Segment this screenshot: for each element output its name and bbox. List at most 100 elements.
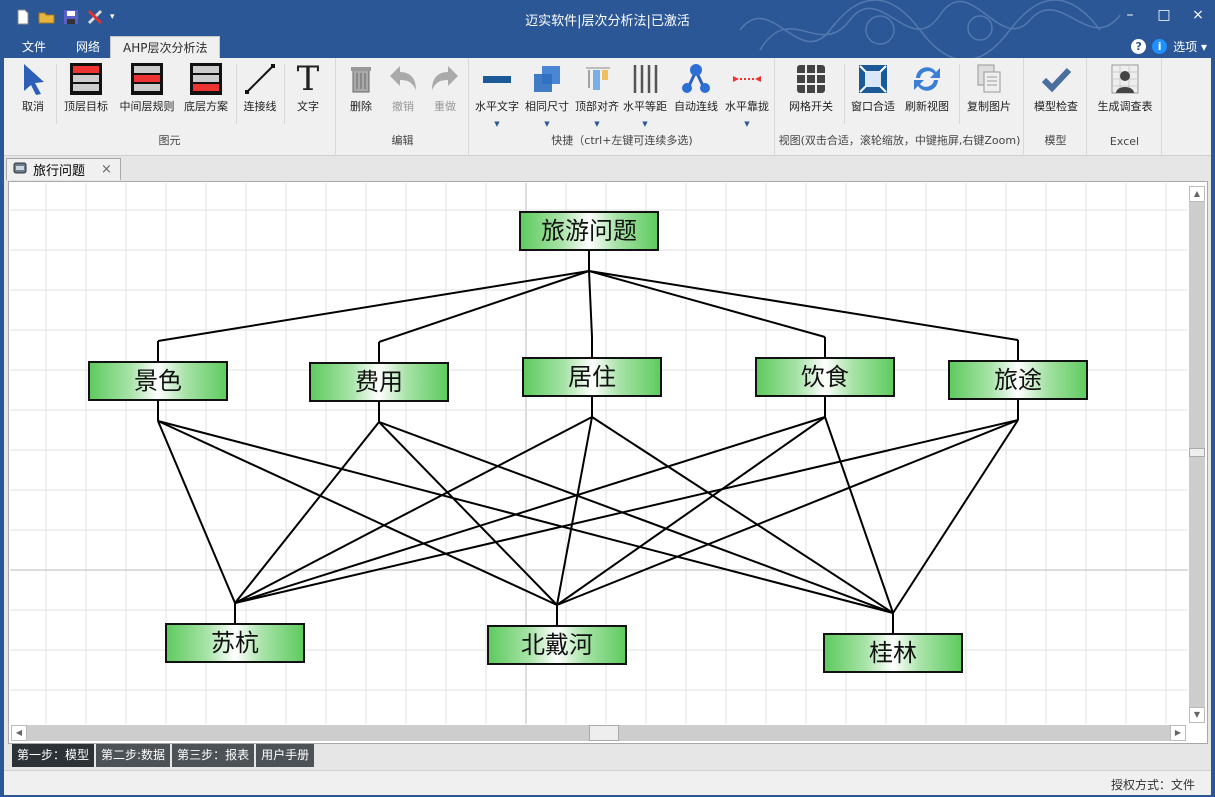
criterion-alternative-line [157, 420, 236, 604]
refresh-view-label: 刷新视图 [905, 100, 949, 113]
copy-image-button[interactable]: 复制图片 [964, 62, 1014, 114]
redo-icon [428, 62, 462, 96]
title-bar: ▾ 迈实软件|层次分析法|已激活 – □ × [0, 0, 1215, 60]
auto-connect-label: 自动连线 [674, 100, 718, 113]
scroll-up-icon[interactable]: ▲ [1189, 186, 1205, 202]
node-goal[interactable]: 旅游问题 [519, 211, 659, 251]
bottom-option-label: 底层方案 [184, 100, 228, 113]
criterion-alternative-line [157, 420, 894, 614]
middle-layer-icon [130, 62, 164, 96]
same-size-button[interactable]: 相同尺寸 ▼ [524, 62, 570, 128]
connector-button[interactable]: 连接线 [240, 62, 280, 114]
node-criterion[interactable]: 饮食 [755, 357, 895, 397]
undo-button[interactable]: 撤销 [385, 62, 421, 114]
options-menu[interactable]: 选项 ▾ [1173, 38, 1207, 55]
vertical-scrollbar[interactable]: ▲ ▼ [1189, 186, 1205, 723]
checkmark-icon [1039, 62, 1073, 96]
horizontal-close-label: 水平靠拢 [725, 100, 769, 113]
separator [236, 64, 237, 124]
delete-label: 删除 [350, 100, 372, 113]
tab-ahp[interactable]: AHP层次分析法 [110, 36, 221, 58]
cancel-label: 取消 [22, 100, 44, 113]
middle-rule-label: 中间层规则 [119, 100, 175, 113]
group-excel: 生成调查表 Excel [1088, 58, 1162, 156]
dropdown-arrow-icon[interactable]: ▼ [724, 120, 770, 128]
maximize-button[interactable]: □ [1147, 0, 1181, 30]
cancel-button[interactable]: 取消 [14, 62, 52, 114]
node-alternative[interactable]: 苏杭 [165, 623, 305, 663]
close-tab-icon[interactable]: × [101, 162, 112, 177]
horizontal-scrollbar[interactable]: ◀ ▶ [11, 725, 1186, 741]
node-alternative[interactable]: 桂林 [823, 633, 963, 673]
grid-toggle-button[interactable]: 网格开关 [786, 62, 836, 114]
step-data-tab[interactable]: 第二步:数据 [96, 744, 171, 767]
canvas-frame: 旅游问题 景色 费用 居住 饮食 旅途 苏杭 北戴河 桂林 ▲ ▼ ◀ ▶ [8, 181, 1208, 744]
close-button[interactable]: × [1181, 0, 1215, 30]
copy-image-label: 复制图片 [967, 100, 1011, 113]
same-size-icon [530, 62, 564, 96]
horizontal-text-button[interactable]: 水平文字 ▼ [474, 62, 520, 128]
goal-criterion-line [588, 270, 1019, 341]
generate-survey-button[interactable]: 生成调查表 [1094, 62, 1156, 114]
help-area: ? i 选项 ▾ [1131, 38, 1207, 55]
align-top-button[interactable]: 顶部对齐 ▼ [574, 62, 620, 128]
scroll-left-icon[interactable]: ◀ [11, 725, 27, 741]
horizontal-scroll-thumb[interactable] [589, 725, 619, 741]
dropdown-arrow-icon[interactable]: ▼ [622, 120, 668, 128]
tab-file[interactable]: 文件 [10, 36, 58, 58]
criterion-alternative-line [824, 416, 894, 614]
info-icon[interactable]: i [1152, 39, 1168, 54]
group-shortcuts: 水平文字 ▼ 相同尺寸 ▼ 顶部对齐 ▼ 水平等距 ▼ 自动连线 水平靠拢 ▼ … [470, 58, 775, 156]
separator [959, 64, 960, 124]
auto-connect-button[interactable]: 自动连线 [672, 62, 720, 114]
group-label-view: 视图(双击合适，滚轮缩放，中键拖屏,右键Zoom) [778, 134, 1021, 147]
separator [284, 64, 285, 124]
horizontal-close-button[interactable]: 水平靠拢 ▼ [724, 62, 770, 128]
text-button[interactable]: T 文字 [290, 62, 326, 114]
separator [844, 64, 845, 124]
horizontal-spacing-label: 水平等距 [623, 100, 667, 113]
diagram-canvas[interactable]: 旅游问题 景色 费用 居住 饮食 旅途 苏杭 北戴河 桂林 [10, 183, 1188, 724]
dropdown-arrow-icon[interactable]: ▼ [524, 120, 570, 128]
survey-icon [1108, 62, 1142, 96]
scroll-down-icon[interactable]: ▼ [1189, 707, 1205, 723]
dropdown-arrow-icon[interactable]: ▼ [574, 120, 620, 128]
document-icon [13, 161, 27, 179]
document-tab[interactable]: 旅行问题 × [6, 158, 121, 180]
delete-button[interactable]: 删除 [343, 62, 379, 114]
bottom-option-button[interactable]: 底层方案 [180, 62, 232, 114]
auto-connect-icon [679, 62, 713, 96]
step-model-tab[interactable]: 第一步：模型 [12, 744, 95, 767]
scroll-right-icon[interactable]: ▶ [1170, 725, 1186, 741]
help-icon[interactable]: ? [1131, 39, 1147, 54]
node-criterion[interactable]: 旅途 [948, 360, 1088, 400]
refresh-icon [910, 62, 944, 96]
undo-icon [386, 62, 420, 96]
user-manual-tab[interactable]: 用户手册 [256, 744, 315, 767]
middle-rule-button[interactable]: 中间层规则 [117, 62, 177, 114]
ribbon-tabs: 文件 网络 AHP层次分析法 ? i 选项 ▾ [0, 36, 1215, 58]
group-label-excel: Excel [1109, 135, 1140, 148]
step-report-tab[interactable]: 第三步：报表 [172, 744, 255, 767]
dropdown-arrow-icon[interactable]: ▼ [474, 120, 520, 128]
goal-criterion-line [157, 270, 590, 342]
top-goal-button[interactable]: 顶层目标 [60, 62, 112, 114]
fit-window-label: 窗口合适 [851, 100, 895, 113]
group-edit: 删除 撤销 重做 编辑 [337, 58, 469, 156]
node-criterion[interactable]: 费用 [309, 362, 449, 402]
group-model: 模型检查 模型 [1025, 58, 1087, 156]
top-layer-icon [69, 62, 103, 96]
redo-button[interactable]: 重做 [427, 62, 463, 114]
fit-window-button[interactable]: 窗口合适 [848, 62, 898, 114]
model-check-button[interactable]: 模型检查 [1031, 62, 1081, 114]
node-criterion[interactable]: 景色 [88, 361, 228, 401]
horizontal-spacing-button[interactable]: 水平等距 ▼ [622, 62, 668, 128]
node-alternative[interactable]: 北戴河 [487, 625, 627, 665]
node-criterion[interactable]: 居住 [522, 357, 662, 397]
refresh-view-button[interactable]: 刷新视图 [902, 62, 952, 114]
same-size-label: 相同尺寸 [525, 100, 569, 113]
minimize-button[interactable]: – [1113, 0, 1147, 30]
window-title: 迈实软件|层次分析法|已激活 [525, 14, 690, 29]
tab-network[interactable]: 网络 [64, 36, 112, 58]
vertical-scroll-thumb[interactable] [1189, 448, 1205, 457]
